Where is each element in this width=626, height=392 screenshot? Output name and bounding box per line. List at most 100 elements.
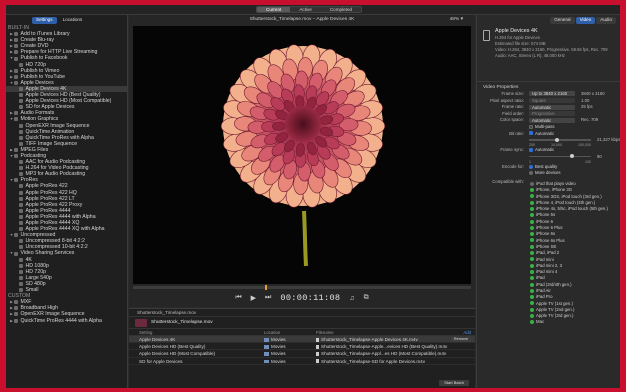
- preset-icon: [14, 32, 18, 37]
- preset-icon: [14, 50, 18, 55]
- output-location[interactable]: Movies: [264, 358, 316, 364]
- preset-icon: [19, 214, 23, 219]
- slider-knob[interactable]: [554, 137, 559, 142]
- timeline-scrubber[interactable]: [133, 285, 471, 290]
- output-filename[interactable]: Shutterstock_Timelapse-SD for Apple Devi…: [316, 358, 451, 364]
- output-row[interactable]: Apple Devices HD (Best Quality) Movies Shu…: [129, 343, 475, 351]
- status-dot-icon: [530, 194, 534, 199]
- multipass-checkbox[interactable]: Multi-pass: [529, 124, 555, 131]
- property-label: Field order:: [502, 110, 524, 116]
- view-options-icon[interactable]: ⧉: [364, 294, 369, 302]
- device-name: Apple TV (3rd gen.): [536, 313, 574, 319]
- preset-icon: [14, 117, 18, 122]
- file-icon: [316, 344, 319, 349]
- folder-icon: [264, 345, 269, 349]
- preset-icon: [19, 172, 23, 177]
- column-setting: Setting: [139, 330, 153, 335]
- audio-icon[interactable]: ♫: [349, 295, 354, 302]
- output-setting: Apple Devices 4K: [139, 337, 176, 342]
- status-dot-icon: [530, 251, 534, 256]
- output-location[interactable]: Movies: [264, 343, 316, 349]
- preset-icon: [19, 263, 23, 268]
- radio-best-quality[interactable]: Best quality: [529, 164, 557, 171]
- property-label: Color space:: [499, 117, 524, 123]
- petal-shape: [272, 121, 286, 131]
- device-name: iPhone 6s Plus: [536, 237, 565, 243]
- property-row: Color space: Automatic Rec. 709: [477, 117, 620, 124]
- device-name: iPad, iPad 2: [536, 250, 560, 256]
- output-filename[interactable]: Shutterstock_Timelapse-Apple...evices HD…: [316, 343, 451, 349]
- zoom-popup[interactable]: 48% ▾: [450, 15, 463, 24]
- preset-icon: [19, 135, 23, 140]
- preset-icon: [19, 196, 23, 201]
- skip-back-icon[interactable]: ⏮: [235, 294, 241, 302]
- status-dot-icon: [530, 213, 534, 218]
- playhead[interactable]: [264, 285, 267, 290]
- property-popup[interactable]: Automatic: [529, 117, 575, 123]
- property-row: Pixel aspect ratio: Square 1.00: [477, 98, 620, 105]
- video-preview[interactable]: [133, 26, 471, 284]
- tab-locations[interactable]: Locations: [59, 17, 87, 24]
- column-location: Location: [264, 330, 281, 335]
- tab-settings[interactable]: Settings: [32, 17, 57, 24]
- preset-icon: [19, 99, 23, 104]
- tab-audio[interactable]: Audio: [596, 17, 616, 24]
- output-row[interactable]: Apple Devices 4K Movies Shutterstock_Timel…: [129, 336, 475, 344]
- output-setting: Apple Devices HD (Best Quality): [139, 344, 206, 350]
- view-segmented-control: Current Active Completed: [256, 6, 363, 13]
- property-row: Field order: Progressive: [477, 111, 620, 118]
- keyframe-slider[interactable]: [529, 154, 591, 159]
- tab-video[interactable]: Video: [575, 17, 596, 24]
- preset-icon: [19, 86, 23, 91]
- radio-more-devices[interactable]: More devices: [529, 170, 561, 177]
- skip-forward-icon[interactable]: ⏭: [265, 294, 271, 302]
- device-name: iPhone 6s: [536, 231, 556, 237]
- device-list: iPod that plays video iPhone, iPhone 3G iP…: [477, 181, 620, 326]
- play-icon[interactable]: ▶: [251, 294, 256, 302]
- video-properties: Frame size: Up to 3840 x 2160 3840 x 2160 P…: [477, 91, 620, 124]
- tab-active[interactable]: Active: [290, 7, 321, 12]
- job-header[interactable]: Shutterstock_Timelapse.mov: [129, 317, 475, 329]
- property-popup[interactable]: Progressive: [529, 111, 575, 117]
- device-name: iPad: [536, 275, 545, 281]
- output-list: Apple Devices 4K Movies Shutterstock_Timel…: [129, 336, 475, 365]
- setting-summary: Apple Devices 4K H.264 for Apple Devices…: [477, 24, 620, 82]
- preset-icon: [19, 190, 23, 195]
- remove-button[interactable]: Remove: [450, 337, 471, 342]
- bitrate-label: Bit rate:: [509, 130, 524, 136]
- tree-item[interactable]: ▶ QuickTime ProRes 4444 with Alpha: [6, 318, 127, 324]
- preset-icon: [14, 56, 18, 61]
- viewer: Shutterstock_Timelapse.mov – Apple Devic…: [129, 15, 475, 307]
- file-icon: [316, 337, 319, 342]
- property-popup[interactable]: Up to 3840 x 2160: [529, 91, 575, 97]
- output-filename[interactable]: Shutterstock_Timelapse-Appl...es HD (Mos…: [316, 350, 451, 356]
- device-name: iPod that plays video: [536, 180, 576, 186]
- output-row[interactable]: SD for Apple Devices Movies Shutterstock_T…: [129, 358, 475, 365]
- keyframe-auto-checkbox[interactable]: Automatic: [529, 147, 554, 154]
- settings-sidebar: Settings Locations BUILT-IN ▶ Add to iTune…: [6, 15, 128, 388]
- tab-completed[interactable]: Completed: [320, 7, 362, 12]
- status-dot-icon: [530, 206, 534, 211]
- tab-current[interactable]: Current: [257, 7, 291, 12]
- add-output-button[interactable]: Add: [463, 329, 471, 336]
- device-name: Apple TV (2nd gen.): [536, 306, 575, 312]
- output-location[interactable]: Movies: [264, 350, 316, 356]
- slider-knob[interactable]: [570, 154, 575, 159]
- bitrate-auto-checkbox[interactable]: Automatic: [529, 131, 554, 138]
- start-batch-button[interactable]: Start Batch: [439, 380, 469, 386]
- preset-icon: [14, 68, 18, 73]
- preset-icon: [19, 202, 23, 207]
- property-popup[interactable]: Square: [529, 97, 575, 103]
- folder-icon: [264, 352, 269, 356]
- preset-icon: [19, 184, 23, 189]
- output-location[interactable]: Movies: [264, 336, 316, 342]
- tab-general[interactable]: General: [550, 17, 575, 24]
- preset-icon: [19, 245, 23, 250]
- output-filename[interactable]: Shutterstock_Timelapse-Apple Devices 4K.…: [316, 336, 451, 342]
- property-popup[interactable]: Automatic: [529, 104, 575, 110]
- bitrate-slider[interactable]: [529, 137, 591, 142]
- encode-for-row-2: More devices: [477, 170, 620, 177]
- property-readout: 25 fps: [581, 104, 593, 110]
- output-row[interactable]: Apple Devices HD (Most Compatible) Movies…: [129, 350, 475, 358]
- device-name: iPhone 6: [536, 218, 553, 224]
